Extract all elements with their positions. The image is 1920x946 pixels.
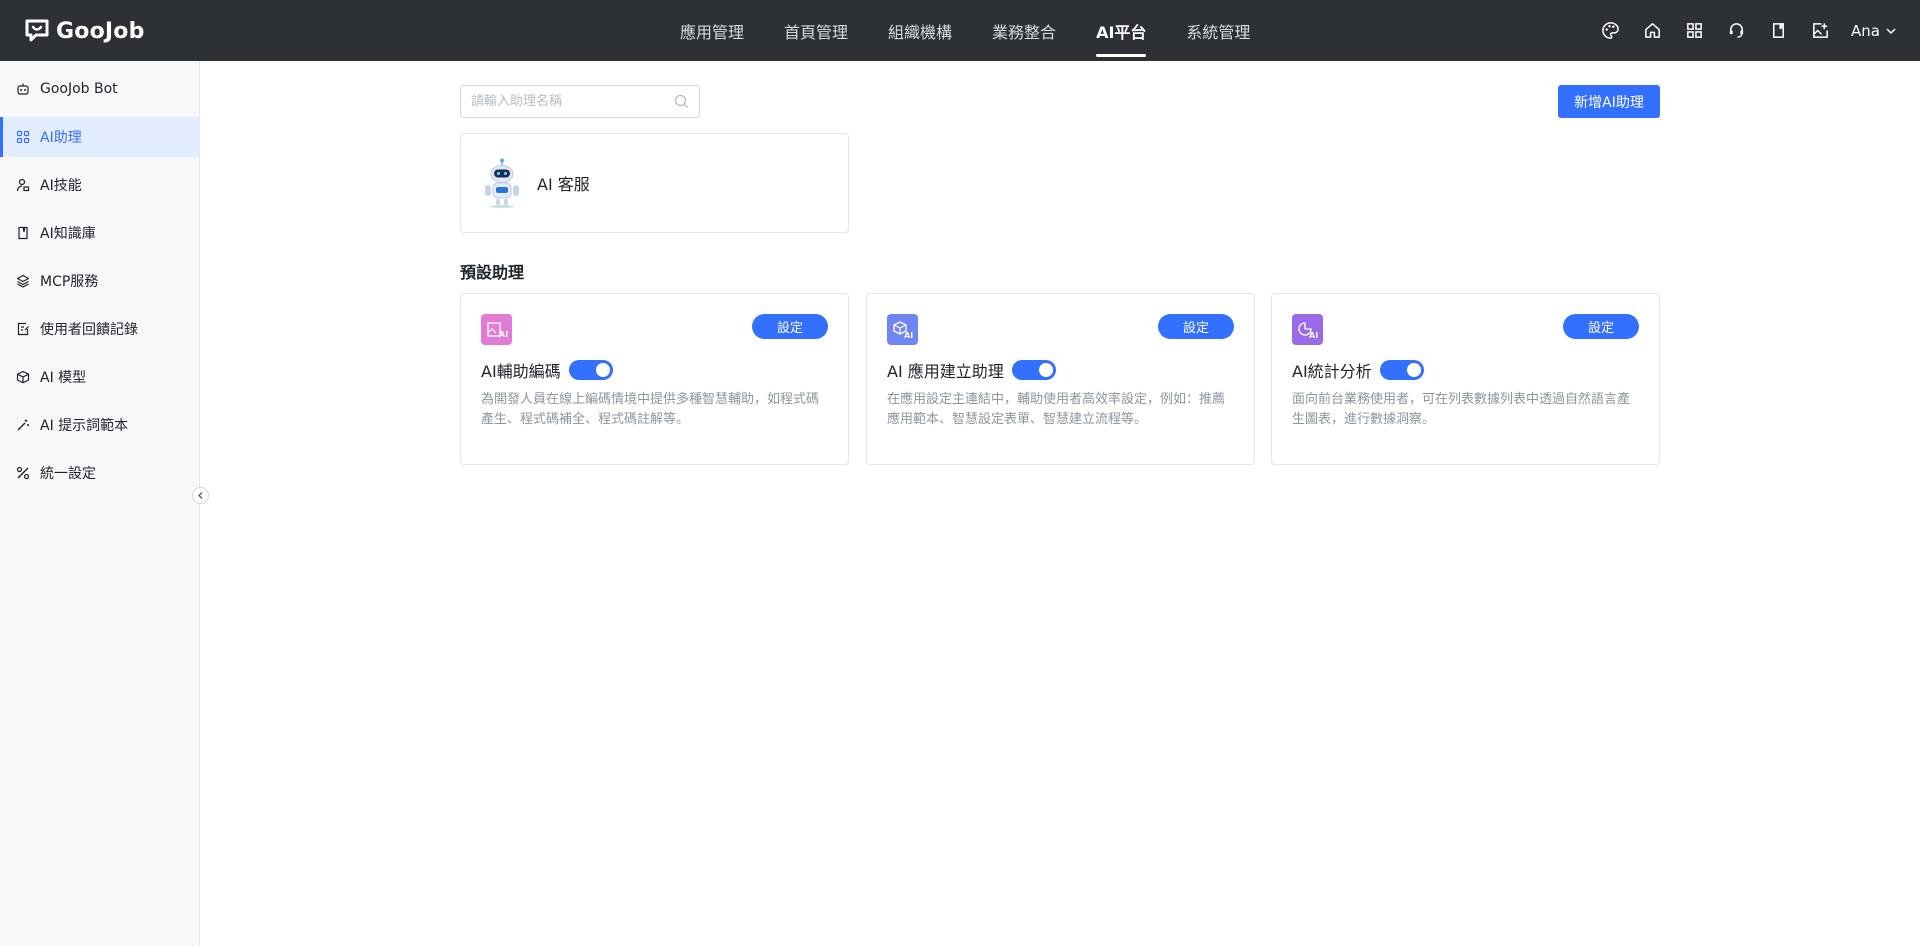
sidebar-item-ai-skills[interactable]: AI技能	[0, 165, 199, 205]
sidebar-item-goojob-bot[interactable]: GooJob Bot	[0, 69, 199, 109]
brand-name: GooJob	[56, 18, 145, 44]
image-ai-icon: AI	[481, 314, 512, 345]
add-assistant-button[interactable]: 新增AI助理	[1558, 85, 1660, 118]
logo-chat-icon	[25, 19, 49, 42]
robot-avatar-icon	[485, 158, 519, 208]
brand-logo[interactable]: GooJob	[24, 14, 145, 48]
main-content: 新增AI助理 AI 客服 預設助理 AI 設定 AI輔助編碼	[200, 61, 1920, 946]
palette-icon[interactable]	[1599, 20, 1621, 42]
nav-item-home-management[interactable]: 首頁管理	[764, 0, 868, 61]
preset-name: AI輔助編碼	[481, 362, 561, 381]
nav-item-label: 應用管理	[680, 22, 745, 42]
header-actions: Ana	[1599, 0, 1898, 61]
wand-icon	[16, 418, 30, 432]
nav-item-label: 系統管理	[1186, 22, 1251, 42]
enable-toggle[interactable]	[1379, 360, 1424, 380]
nav-item-label: 組織機構	[888, 22, 953, 42]
sidebar-item-label: 統一設定	[40, 466, 96, 482]
assistant-name: AI 客服	[537, 175, 590, 194]
robot-icon	[16, 82, 30, 96]
assistant-search	[460, 85, 700, 118]
svg-text:AI: AI	[499, 330, 508, 339]
settings-button[interactable]: 設定	[1158, 314, 1234, 339]
toggle-knob	[595, 363, 610, 377]
grid-icon[interactable]	[1683, 20, 1705, 42]
sidebar-item-mcp-service[interactable]: MCP服務	[0, 261, 199, 301]
assistant-card-ai-customer-service[interactable]: AI 客服	[460, 133, 849, 233]
top-navigation-bar: GooJob 應用管理 首頁管理 組織機構 業務整合 AI平台 系統管理 Ana	[0, 0, 1920, 61]
sidebar-item-label: AI助理	[40, 130, 82, 146]
support-icon[interactable]	[1725, 20, 1747, 42]
skill-icon	[16, 178, 30, 192]
tools-icon	[16, 466, 30, 480]
preset-name: AI 應用建立助理	[887, 362, 1004, 381]
sidebar: GooJob Bot AI助理 AI技能 AI知識庫 MCP服務 使用者回饋記錄…	[0, 61, 200, 946]
cube-icon	[16, 370, 30, 384]
nav-item-business-integration[interactable]: 業務整合	[972, 0, 1076, 61]
sidebar-item-unified-settings[interactable]: 統一設定	[0, 453, 199, 493]
preset-card-statistics: AI 設定 AI統計分析 面向前台業務使用者，可在列表數據列表中透過自然語言產生…	[1271, 293, 1660, 465]
preset-title-row: AI輔助編碼	[481, 358, 613, 382]
svg-text:AI: AI	[1309, 331, 1318, 340]
settings-button[interactable]: 設定	[1563, 314, 1639, 339]
sidebar-item-user-feedback[interactable]: 使用者回饋記錄	[0, 309, 199, 349]
cube-ai-icon: AI	[887, 314, 918, 345]
nav-item-organization[interactable]: 組織機構	[868, 0, 972, 61]
preset-card-app-builder: AI 設定 AI 應用建立助理 在應用設定主連結中，輔助使用者高效率設定，例如：…	[866, 293, 1255, 465]
layers-icon	[16, 274, 30, 288]
preset-card-ai-coding: AI 設定 AI輔助編碼 為開發人員在線上編碼情境中提供多種智慧輔助，如程式碼產…	[460, 293, 849, 465]
sidebar-item-label: GooJob Bot	[40, 81, 118, 97]
main-nav: 應用管理 首頁管理 組織機構 業務整合 AI平台 系統管理	[660, 0, 1270, 61]
enable-toggle[interactable]	[1011, 360, 1056, 380]
user-menu[interactable]: Ana	[1851, 22, 1898, 40]
nav-item-system-management[interactable]: 系統管理	[1166, 0, 1270, 61]
nav-item-app-management[interactable]: 應用管理	[660, 0, 764, 61]
sidebar-item-ai-prompt-templates[interactable]: AI 提示詞範本	[0, 405, 199, 445]
nav-item-ai-platform[interactable]: AI平台	[1076, 0, 1166, 61]
sidebar-item-label: AI知識庫	[40, 226, 96, 242]
preset-description: 在應用設定主連結中，輔助使用者高效率設定，例如：推薦應用範本、智慧設定表單、智慧…	[887, 392, 1226, 427]
search-icon[interactable]	[674, 94, 689, 109]
preset-description: 面向前台業務使用者，可在列表數據列表中透過自然語言產生圖表，進行數據洞察。	[1292, 392, 1631, 427]
enable-toggle[interactable]	[568, 360, 613, 380]
apps-icon	[16, 130, 30, 144]
nav-item-label: 首頁管理	[784, 22, 849, 42]
user-name: Ana	[1851, 21, 1880, 40]
toggle-knob	[1406, 363, 1421, 377]
chart-ai-icon: AI	[1292, 314, 1323, 345]
image-edit-icon[interactable]	[1809, 20, 1831, 42]
preset-assistants-heading: 預設助理	[460, 263, 525, 282]
preset-name: AI統計分析	[1292, 362, 1372, 381]
chevron-down-icon	[1886, 27, 1896, 34]
sidebar-item-label: AI 提示詞範本	[40, 418, 129, 434]
sidebar-item-ai-model[interactable]: AI 模型	[0, 357, 199, 397]
sidebar-item-label: MCP服務	[40, 274, 99, 290]
feedback-icon	[16, 322, 30, 336]
home-icon[interactable]	[1641, 20, 1663, 42]
preset-description: 為開發人員在線上編碼情境中提供多種智慧輔助，如程式碼產生、程式碼補全、程式碼註解…	[481, 392, 820, 427]
sidebar-item-label: AI 模型	[40, 370, 87, 386]
svg-text:AI: AI	[904, 331, 913, 340]
sidebar-item-ai-knowledge-base[interactable]: AI知識庫	[0, 213, 199, 253]
book-icon	[16, 226, 30, 240]
preset-title-row: AI統計分析	[1292, 358, 1424, 382]
sidebar-item-label: AI技能	[40, 178, 82, 194]
sidebar-item-ai-assistant[interactable]: AI助理	[0, 117, 199, 157]
settings-button[interactable]: 設定	[752, 314, 828, 339]
sidebar-item-label: 使用者回饋記錄	[40, 322, 138, 338]
toggle-knob	[1038, 363, 1053, 377]
preset-title-row: AI 應用建立助理	[887, 358, 1056, 382]
nav-item-label: AI平台	[1096, 22, 1147, 42]
nav-item-label: 業務整合	[992, 22, 1057, 42]
book-icon[interactable]	[1767, 20, 1789, 42]
search-input[interactable]	[471, 94, 674, 109]
